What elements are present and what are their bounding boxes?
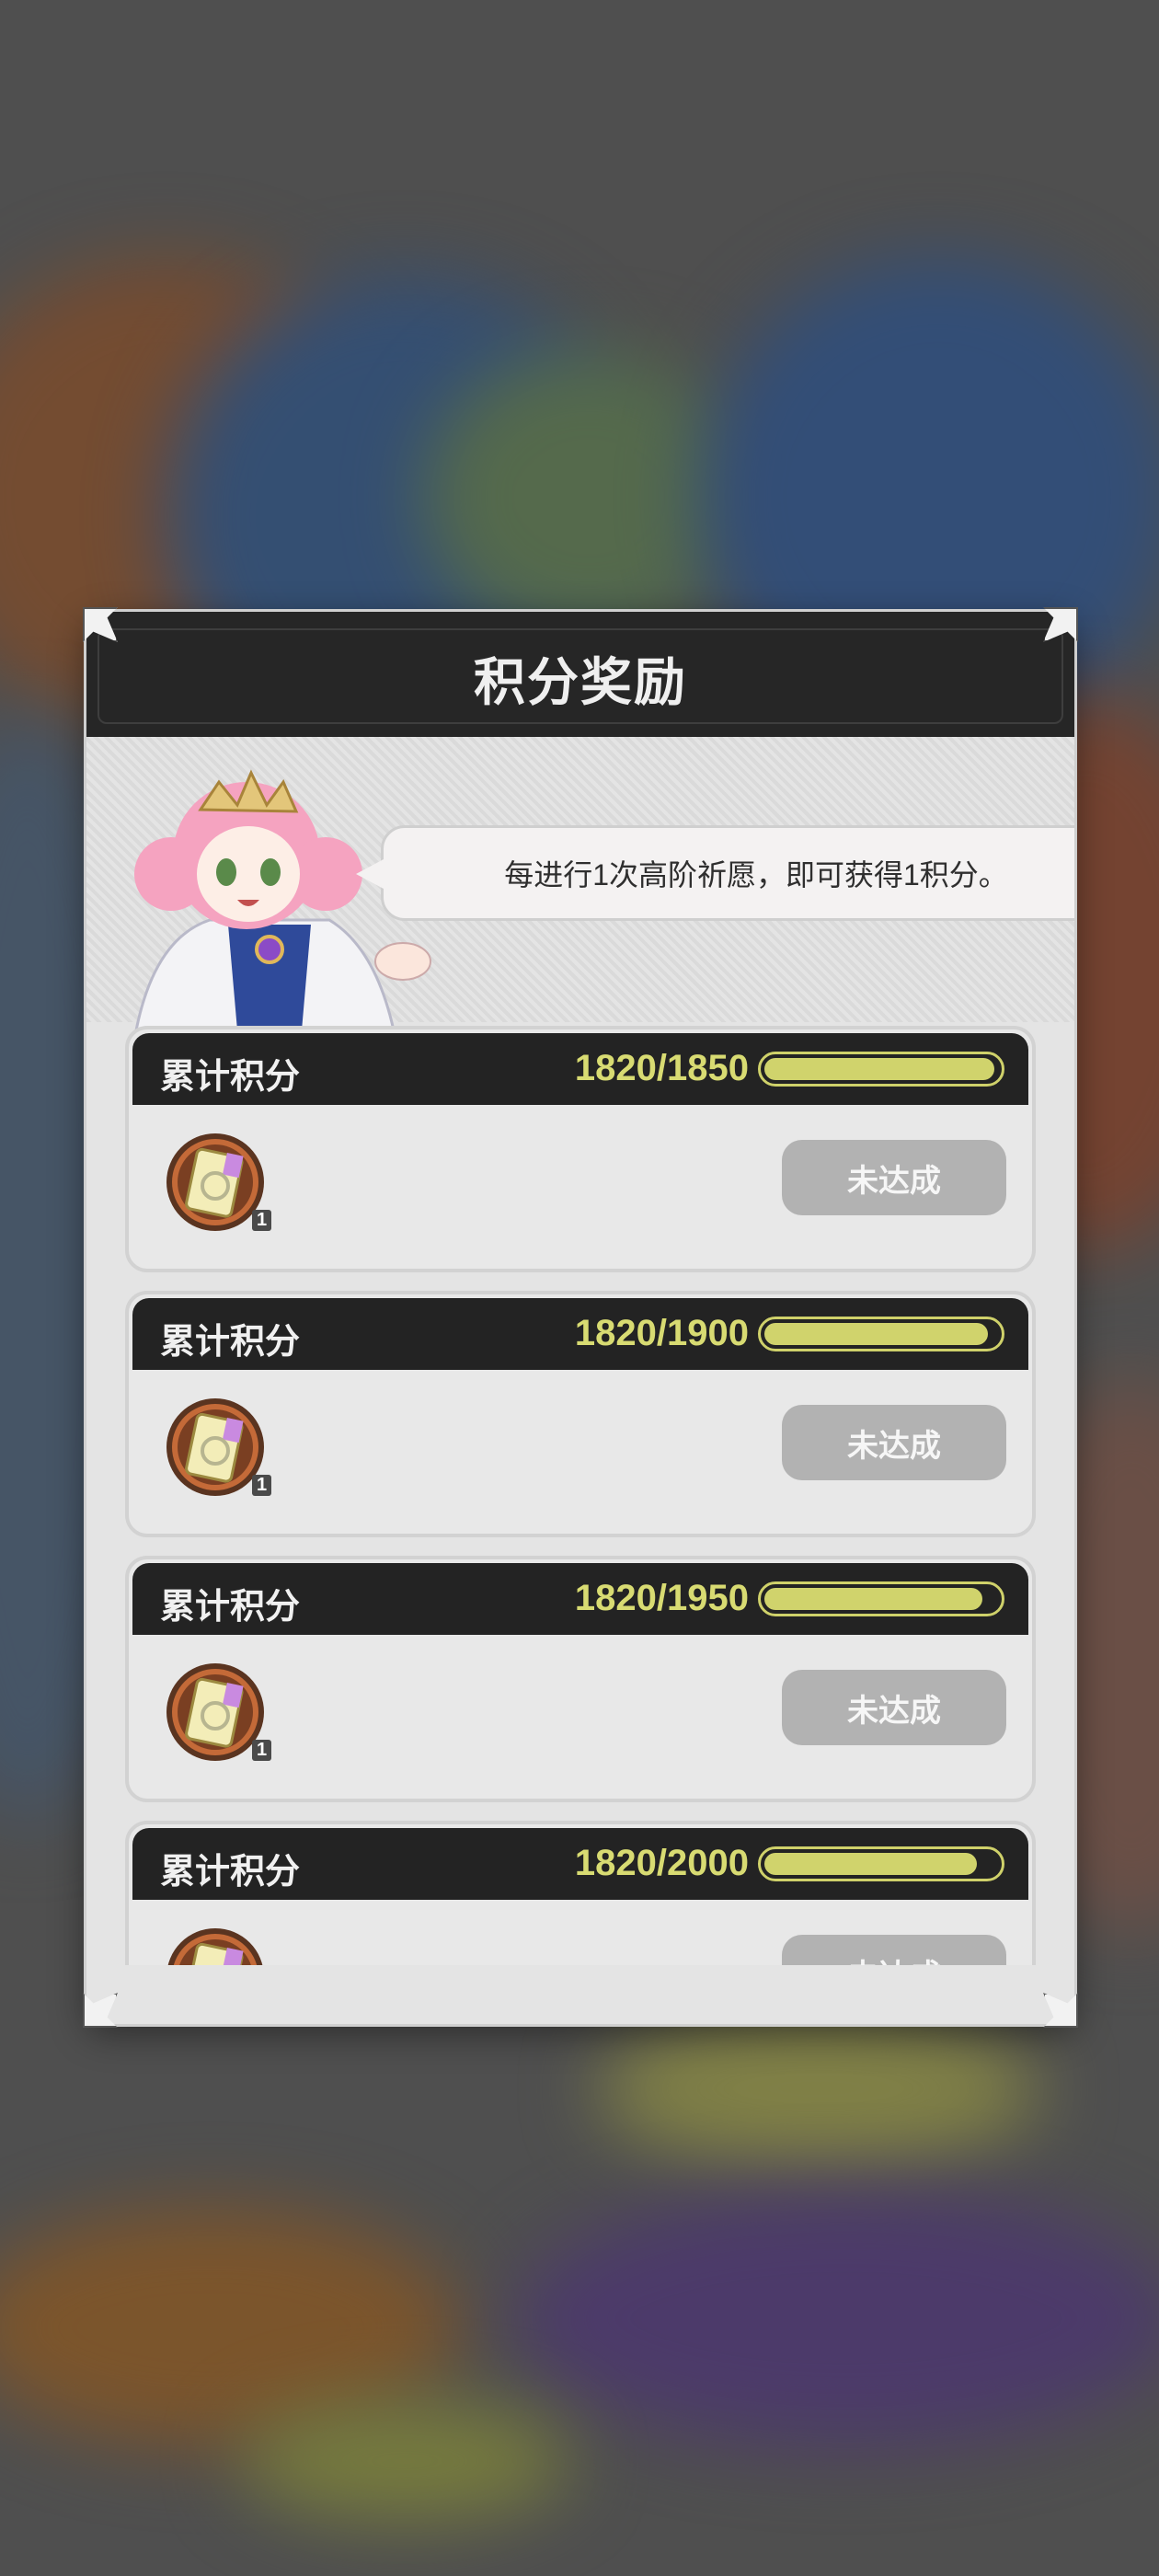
points-reward-modal: 积分奖励 每进行1次高阶祈愿，即可获得1积分。 累计积分 1820/1850 1… bbox=[86, 612, 1074, 2024]
reward-card-header: 累计积分 1820/1850 bbox=[132, 1033, 1028, 1105]
reward-label: 累计积分 bbox=[160, 1058, 301, 1097]
progress-bar bbox=[758, 1317, 1004, 1351]
item-count: 1 bbox=[252, 1740, 272, 1761]
progress-bar bbox=[758, 1052, 1004, 1087]
not-achieved-button[interactable]: 未达成 bbox=[782, 1140, 1006, 1215]
reward-score: 1820/1950 bbox=[574, 1578, 749, 1618]
reward-list[interactable]: 累计积分 1820/1850 1 未达成 累计积分 1820/1900 1 未达… bbox=[125, 1026, 1036, 1996]
reward-score: 1820/2000 bbox=[574, 1843, 749, 1883]
reward-card-header: 累计积分 1820/1900 bbox=[132, 1298, 1028, 1370]
modal-title: 积分奖励 bbox=[474, 653, 687, 711]
reward-label: 累计积分 bbox=[160, 1853, 301, 1892]
hint-speech-bubble: 每进行1次高阶祈愿，即可获得1积分。 bbox=[356, 825, 1074, 921]
modal-header: 积分奖励 bbox=[86, 612, 1074, 737]
reward-label: 累计积分 bbox=[160, 1323, 301, 1362]
not-achieved-button[interactable]: 未达成 bbox=[782, 1405, 1006, 1480]
reward-card: 累计积分 1820/1900 1 未达成 bbox=[125, 1291, 1036, 1537]
reward-card-header: 累计积分 1820/2000 bbox=[132, 1828, 1028, 1900]
item-count: 1 bbox=[252, 1210, 272, 1231]
reward-score: 1820/1850 bbox=[574, 1048, 749, 1088]
reward-card: 累计积分 1820/1950 1 未达成 bbox=[125, 1556, 1036, 1802]
progress-bar bbox=[758, 1581, 1004, 1616]
hint-text: 每进行1次高阶祈愿，即可获得1积分。 bbox=[504, 858, 1008, 891]
reward-card-header: 累计积分 1820/1950 bbox=[132, 1563, 1028, 1635]
not-achieved-button[interactable]: 未达成 bbox=[782, 1670, 1006, 1745]
progress-bar bbox=[758, 1846, 1004, 1881]
reward-card: 累计积分 1820/1850 1 未达成 bbox=[125, 1026, 1036, 1272]
item-count: 1 bbox=[252, 1475, 272, 1496]
reward-score: 1820/1900 bbox=[574, 1313, 749, 1353]
reward-label: 累计积分 bbox=[160, 1588, 301, 1627]
